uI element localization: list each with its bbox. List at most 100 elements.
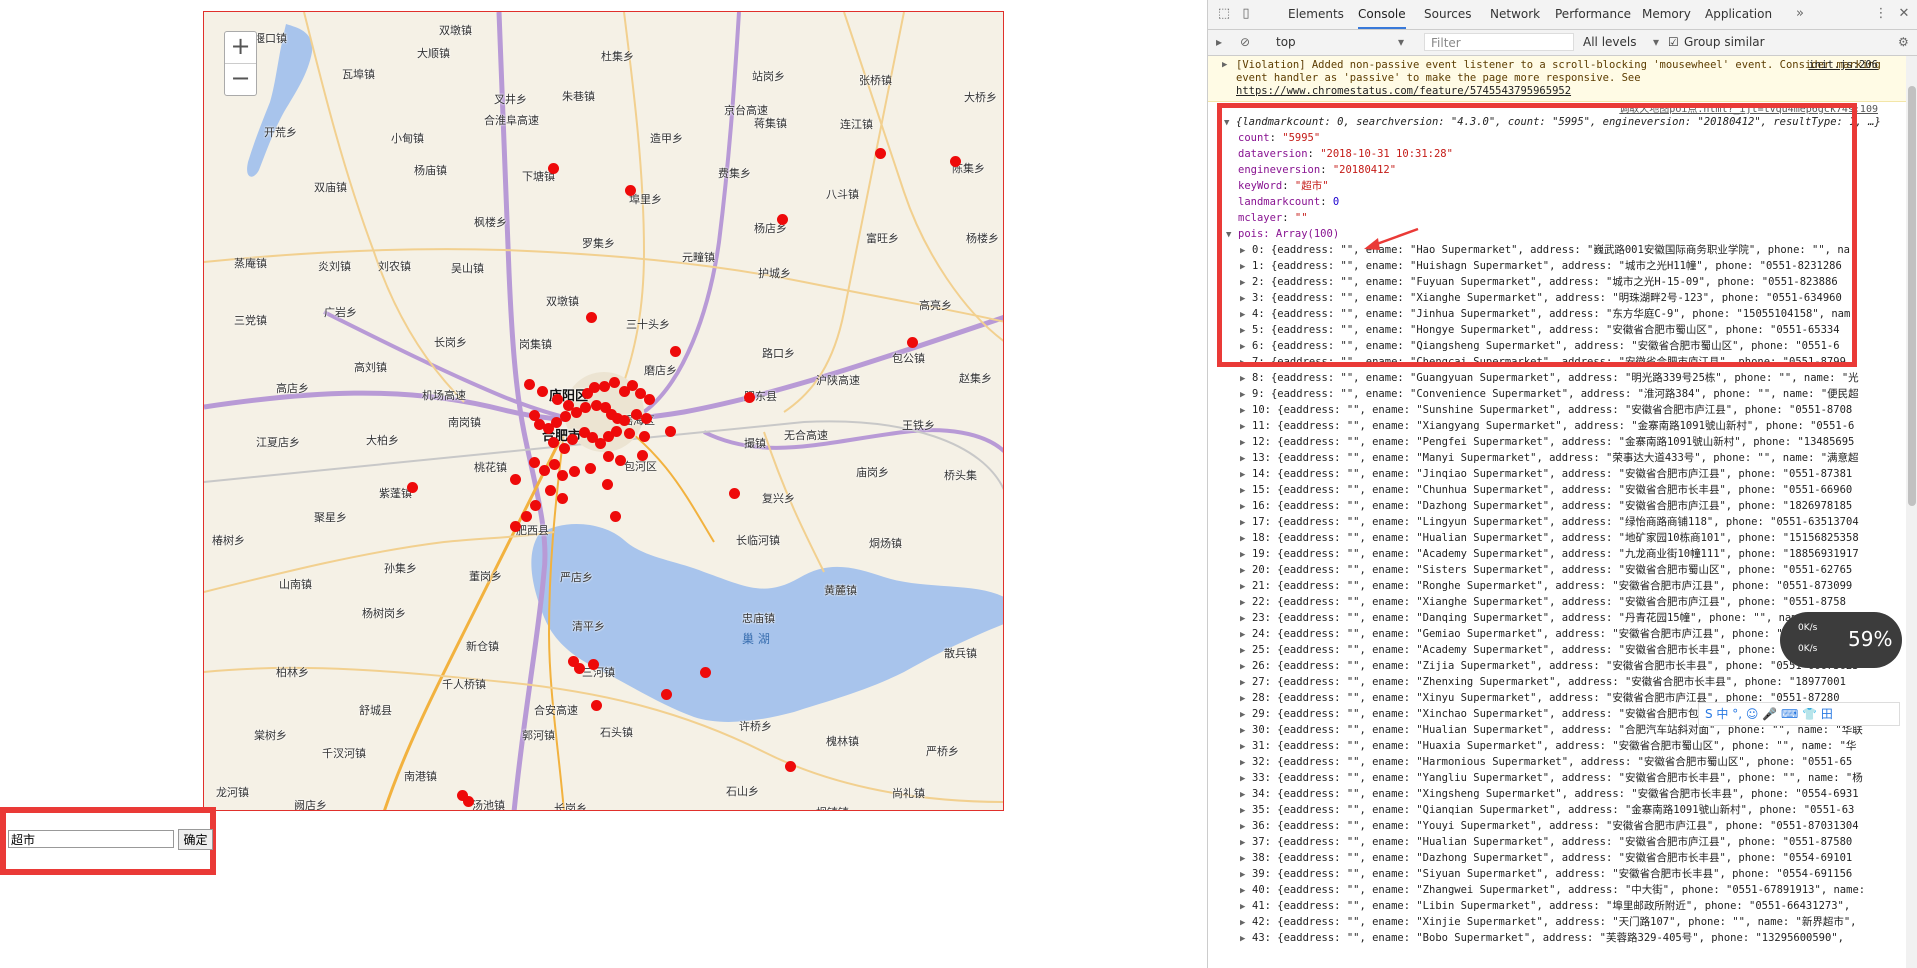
poi-marker[interactable] (665, 426, 676, 437)
poi-marker[interactable] (539, 465, 550, 476)
poi-marker[interactable] (625, 185, 636, 196)
poi-marker[interactable] (510, 521, 521, 532)
keyword-input[interactable] (8, 830, 174, 848)
poi-row[interactable]: ▶ 20: {eaddress: "", ename: "Sisters Supe… (1240, 562, 1917, 578)
poi-marker[interactable] (585, 463, 596, 474)
tab-console[interactable]: Console (1358, 0, 1406, 29)
expand-arrow-icon[interactable]: ▶ (1240, 467, 1252, 483)
poi-marker[interactable] (907, 337, 918, 348)
poi-marker[interactable] (777, 214, 788, 225)
map-view[interactable]: 堰口镇 双墩镇 大顺镇 杜集乡 站岗乡 张桥镇 大桥乡 瓦埠镇 叉井乡 朱巷镇 开荒乡 小甸镇 造甲乡蒋… (203, 11, 1004, 811)
zoom-in-button[interactable]: + (225, 32, 256, 63)
expand-arrow-icon[interactable]: ▶ (1240, 563, 1252, 579)
poi-marker[interactable] (644, 394, 655, 405)
poi-row[interactable]: ▶ 10: {eaddress: "", ename: "Sunshine Sup… (1240, 402, 1917, 418)
expand-arrow-icon[interactable]: ▶ (1240, 595, 1252, 611)
poi-marker[interactable] (524, 379, 535, 390)
poi-marker[interactable] (463, 796, 474, 807)
poi-marker[interactable] (624, 428, 635, 439)
tab-elements[interactable]: Elements (1288, 0, 1344, 29)
poi-marker[interactable] (700, 667, 711, 678)
expand-arrow-icon[interactable]: ▶ (1240, 371, 1252, 387)
context-select[interactable]: top (1276, 35, 1296, 49)
console-scrollbar[interactable] (1906, 56, 1917, 968)
poi-marker[interactable] (549, 459, 560, 470)
expand-arrow-icon[interactable]: ▶ (1240, 803, 1252, 819)
poi-row[interactable]: ▶ 14: {eaddress: "", ename: "Jinqiao Supe… (1240, 466, 1917, 482)
poi-marker[interactable] (591, 700, 602, 711)
expand-arrow-icon[interactable]: ▶ (1240, 755, 1252, 771)
poi-row[interactable]: ▶ 31: {eaddress: "", ename: "Huaxia Super… (1240, 738, 1917, 754)
poi-row[interactable]: ▶ 21: {eaddress: "", ename: "Ronghe Super… (1240, 578, 1917, 594)
poi-marker[interactable] (586, 312, 597, 323)
poi-marker[interactable] (641, 413, 652, 424)
poi-row[interactable]: ▶ 15: {eaddress: "", ename: "Chunhua Supe… (1240, 482, 1917, 498)
poi-row[interactable]: ▶ 43: {eaddress: "", ename: "Bobo Superma… (1240, 930, 1917, 946)
group-similar-checkbox[interactable]: ☑ (1668, 35, 1679, 49)
poi-row[interactable]: ▶ 42: {eaddress: "", ename: "Xinjie Super… (1240, 914, 1917, 930)
poi-marker[interactable] (521, 511, 532, 522)
expand-arrow-icon[interactable]: ▶ (1240, 579, 1252, 595)
expand-arrow-icon[interactable]: ▶ (1240, 739, 1252, 755)
expand-arrow-icon[interactable]: ▶ (1240, 435, 1252, 451)
expand-arrow-icon[interactable]: ▶ (1240, 643, 1252, 659)
expand-arrow-icon[interactable]: ▶ (1240, 627, 1252, 643)
clear-console-icon[interactable]: ⊘ (1240, 35, 1250, 49)
expand-arrow-icon[interactable]: ▶ (1240, 691, 1252, 707)
poi-row[interactable]: ▶ 36: {eaddress: "", ename: "Youyi Superm… (1240, 818, 1917, 834)
poi-row[interactable]: ▶ 16: {eaddress: "", ename: "Dazhong Supe… (1240, 498, 1917, 514)
poi-marker[interactable] (567, 434, 578, 445)
inspect-icon[interactable]: ⬚ (1216, 6, 1232, 22)
expand-arrow-icon[interactable]: ▶ (1240, 787, 1252, 803)
poi-marker[interactable] (744, 392, 755, 403)
expand-arrow-icon[interactable]: ▶ (1240, 851, 1252, 867)
poi-marker[interactable] (548, 437, 559, 448)
poi-marker[interactable] (670, 346, 681, 357)
poi-row[interactable]: ▶ 40: {eaddress: "", ename: "Zhangwei Sup… (1240, 882, 1917, 898)
expand-arrow-icon[interactable]: ▶ (1240, 403, 1252, 419)
poi-marker[interactable] (603, 451, 614, 462)
poi-marker[interactable] (560, 411, 571, 422)
poi-row[interactable]: ▶ 22: {eaddress: "", ename: "Xianghe Supe… (1240, 594, 1917, 610)
expand-arrow-icon[interactable]: ▶ (1240, 915, 1252, 931)
expand-arrow-icon[interactable]: ▶ (1240, 707, 1252, 723)
expand-arrow-icon[interactable]: ▶ (1240, 547, 1252, 563)
expand-arrow-icon[interactable]: ▶ (1240, 611, 1252, 627)
poi-marker[interactable] (602, 479, 613, 490)
poi-marker[interactable] (557, 470, 568, 481)
poi-marker[interactable] (639, 431, 650, 442)
poi-marker[interactable] (611, 426, 622, 437)
poi-marker[interactable] (615, 455, 626, 466)
expand-arrow-icon[interactable]: ▶ (1240, 899, 1252, 915)
poi-marker[interactable] (588, 659, 599, 670)
expand-arrow-icon[interactable]: ▶ (1240, 883, 1252, 899)
poi-row[interactable]: ▶ 17: {eaddress: "", ename: "Lingyun Supe… (1240, 514, 1917, 530)
expand-arrow-icon[interactable]: ▶ (1240, 659, 1252, 675)
expand-arrow-icon[interactable]: ▶ (1240, 931, 1252, 947)
poi-row[interactable]: ▶ 41: {eaddress: "", ename: "Libin Superm… (1240, 898, 1917, 914)
expand-arrow-icon[interactable]: ▶ (1240, 723, 1252, 739)
poi-marker[interactable] (530, 500, 541, 511)
expand-arrow-icon[interactable]: ▶ (1222, 59, 1234, 72)
violation-source-link[interactable]: init.js:206 (1808, 59, 1878, 72)
poi-marker[interactable] (610, 511, 621, 522)
expand-arrow-icon[interactable]: ▶ (1240, 387, 1252, 403)
poi-row[interactable]: ▶ 9: {eaddress: "", ename: "Convenience S… (1240, 386, 1917, 402)
more-tabs-icon[interactable]: » (1792, 6, 1808, 22)
poi-marker[interactable] (548, 163, 559, 174)
tab-sources[interactable]: Sources (1424, 0, 1471, 29)
expand-arrow-icon[interactable]: ▶ (1240, 515, 1252, 531)
device-toolbar-icon[interactable]: ▯ (1238, 6, 1254, 22)
expand-arrow-icon[interactable]: ▶ (1240, 771, 1252, 787)
poi-marker[interactable] (950, 156, 961, 167)
poi-row[interactable]: ▶ 11: {eaddress: "", ename: "Xiangyang Su… (1240, 418, 1917, 434)
poi-marker[interactable] (537, 386, 548, 397)
poi-row[interactable]: ▶ 39: {eaddress: "", ename: "Siyuan Super… (1240, 866, 1917, 882)
poi-marker[interactable] (661, 689, 672, 700)
zoom-out-button[interactable]: − (225, 63, 256, 95)
poi-row[interactable]: ▶ 37: {eaddress: "", ename: "Hualian Supe… (1240, 834, 1917, 850)
confirm-button[interactable]: 确定 (178, 829, 213, 850)
poi-row[interactable]: ▶ 12: {eaddress: "", ename: "Pengfei Supe… (1240, 434, 1917, 450)
poi-marker[interactable] (552, 394, 563, 405)
poi-marker[interactable] (637, 450, 648, 461)
